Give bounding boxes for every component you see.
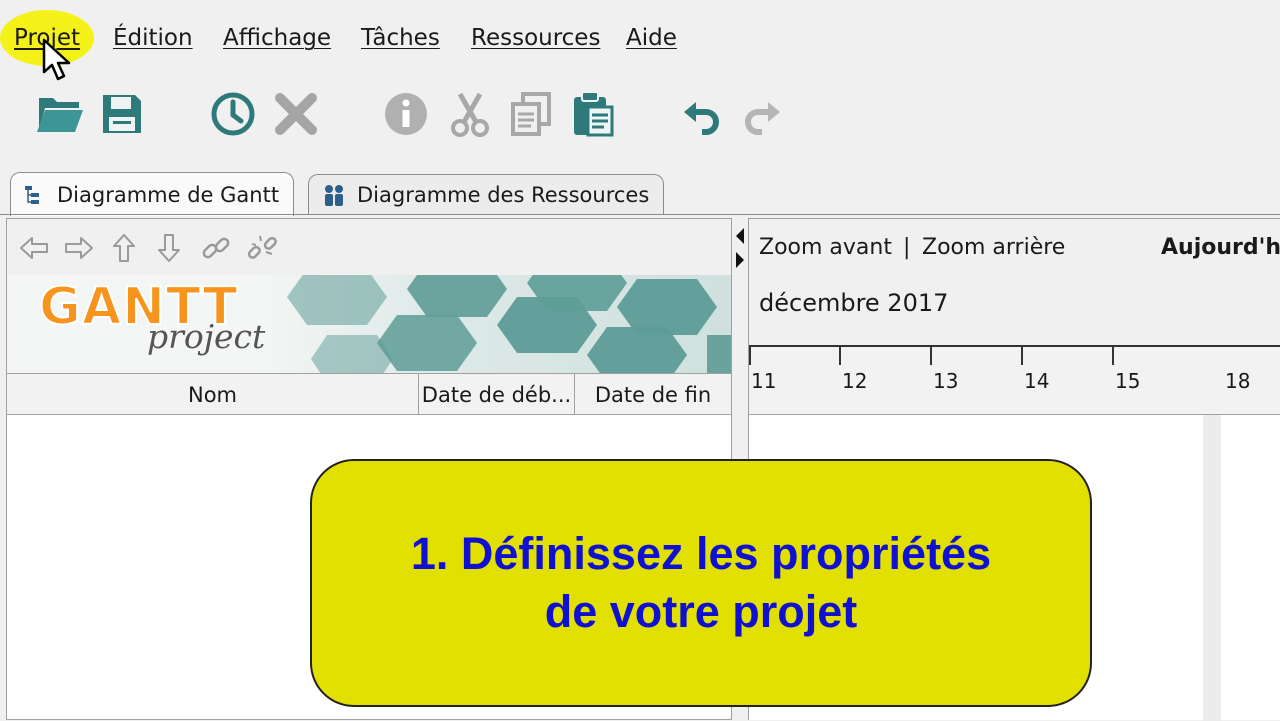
info-icon[interactable] [378, 86, 434, 142]
column-nom[interactable]: Nom [7, 374, 419, 414]
menu-affichage[interactable]: Affichage [223, 22, 331, 54]
menu-taches[interactable]: Tâches [361, 22, 440, 54]
task-table-header: Nom Date de déb... Date de fin [7, 373, 731, 415]
folder-open-icon[interactable] [32, 86, 88, 142]
tab-resources-label: Diagramme des Ressources [357, 182, 650, 207]
gantt-tree-icon [23, 183, 47, 207]
day-label: 13 [933, 369, 959, 393]
zoom-separator: | [903, 235, 911, 260]
delete-icon[interactable] [268, 86, 324, 142]
resources-people-icon [321, 182, 347, 208]
arrow-up-icon[interactable] [107, 231, 141, 265]
tutorial-callout: 1. Définissez les propriétés de votre pr… [310, 459, 1092, 707]
menu-ressources[interactable]: Ressources [471, 22, 600, 54]
day-label: 14 [1024, 369, 1050, 393]
tab-divider [0, 214, 1280, 215]
column-date-fin[interactable]: Date de fin [575, 374, 731, 414]
zoom-in-link[interactable]: Zoom avant [759, 235, 892, 260]
month-label: décembre 2017 [759, 289, 949, 317]
column-date-debut[interactable]: Date de déb... [419, 374, 575, 414]
tab-gantt[interactable]: Diagramme de Gantt [10, 172, 295, 216]
weekend-column [1203, 415, 1221, 721]
today-link[interactable]: Aujourd'hu [1161, 235, 1280, 260]
timeline-ruler: 11 12 13 14 15 18 [749, 345, 1280, 415]
tick [1112, 347, 1114, 365]
logo-project-text: project [147, 317, 266, 356]
cut-icon[interactable] [442, 86, 498, 142]
tab-gantt-label: Diagramme de Gantt [57, 182, 280, 207]
tick [930, 347, 932, 365]
chart-header: Zoom avant | Zoom arrière Aujourd'hu déc… [749, 219, 1280, 349]
splitter-arrows-icon[interactable] [732, 224, 748, 280]
callout-line-2: de votre projet [544, 586, 858, 637]
toolbar [0, 76, 1280, 164]
task-nav-bar [7, 219, 731, 275]
gantt-project-banner: GANTT project [7, 275, 731, 373]
tick [839, 347, 841, 365]
day-label: 15 [1115, 369, 1141, 393]
tab-strip: Diagramme de Gantt Diagramme des Ressour… [0, 164, 1280, 216]
save-icon[interactable] [94, 86, 150, 142]
callout-line-1: 1. Définissez les propriétés [410, 528, 992, 579]
day-label: 18 [1225, 369, 1251, 393]
tab-resources[interactable]: Diagramme des Ressources [308, 174, 665, 214]
unlink-icon[interactable] [245, 231, 279, 265]
clock-icon[interactable] [205, 86, 261, 142]
day-label: 12 [842, 369, 868, 393]
redo-icon[interactable] [734, 86, 790, 142]
tick [1021, 347, 1023, 365]
link-icon[interactable] [199, 231, 233, 265]
arrow-right-icon[interactable] [62, 231, 96, 265]
menu-edition[interactable]: Édition [113, 22, 193, 54]
arrow-left-icon[interactable] [17, 231, 51, 265]
tick [749, 347, 751, 365]
zoom-out-link[interactable]: Zoom arrière [922, 235, 1065, 260]
paste-icon[interactable] [564, 86, 620, 142]
undo-icon[interactable] [674, 86, 730, 142]
copy-icon[interactable] [503, 86, 559, 142]
day-label: 11 [751, 369, 777, 393]
menu-bar: Projet Édition Affichage Tâches Ressourc… [0, 0, 1280, 81]
arrow-down-icon[interactable] [152, 231, 186, 265]
menu-aide[interactable]: Aide [626, 22, 677, 54]
